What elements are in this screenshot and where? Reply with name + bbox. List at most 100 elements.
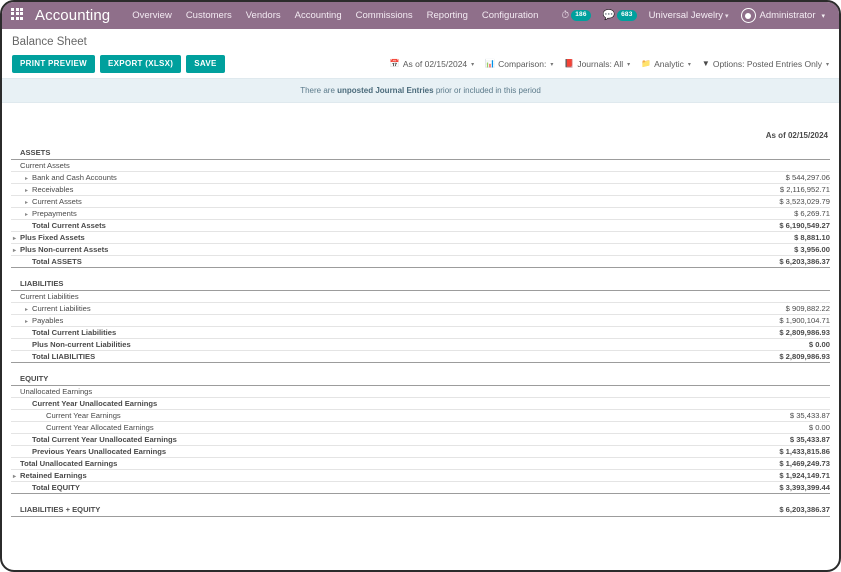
balance-sheet-report: As of 02/15/2024 ▸ASSETS▸Current Assets▸… bbox=[2, 103, 839, 517]
nav-item-configuration[interactable]: Configuration bbox=[482, 8, 539, 23]
caret-placeholder-icon: ▸ bbox=[13, 507, 20, 514]
row-current-year-unallocated-earnings-group-text: Current Year Unallocated Earnings bbox=[32, 398, 158, 408]
export-xlsx-button[interactable]: EXPORT (XLSX) bbox=[100, 55, 182, 73]
row-prepayments-label: ▸ Prepayments bbox=[11, 207, 680, 219]
row-current-assets-group-text: Current Assets bbox=[20, 160, 70, 170]
caret-placeholder-icon: ▸ bbox=[13, 461, 20, 468]
journals-filter[interactable]: 📕 Journals: All ▾ bbox=[564, 59, 630, 69]
row-bank-and-cash-accounts-label: ▸ Bank and Cash Accounts bbox=[11, 171, 680, 183]
row-plus-fixed-assets-label: ▸ Plus Fixed Assets bbox=[11, 231, 680, 243]
row-bank-and-cash-accounts-text: Bank and Cash Accounts bbox=[32, 172, 117, 182]
nav-item-accounting[interactable]: Accounting bbox=[295, 8, 342, 23]
row-payables-label: ▸ Payables bbox=[11, 314, 680, 326]
row-current-year-earnings-amount: $ 35,433.87 bbox=[789, 410, 830, 420]
nav-item-vendors[interactable]: Vendors bbox=[246, 8, 281, 23]
row-equity: ▸EQUITY bbox=[11, 373, 830, 385]
folder-icon: 📁 bbox=[641, 59, 652, 68]
row-liabilities-label: ▸LIABILITIES bbox=[11, 278, 680, 290]
chevron-down-icon: ▾ bbox=[825, 61, 829, 68]
row-payables[interactable]: ▸ Payables $ 1,900,104.71 bbox=[11, 314, 830, 326]
report-as-of-label: As of 02/15/2024 bbox=[765, 131, 828, 140]
expand-caret-icon[interactable]: ▸ bbox=[25, 199, 32, 206]
row-payables-text: Payables bbox=[32, 315, 64, 325]
row-previous-years-unallocated-earnings-text: Previous Years Unallocated Earnings bbox=[32, 446, 167, 456]
row-total-liabilities: ▸Total LIABILITIES $ 2,809,986.93 bbox=[11, 350, 830, 362]
row-current-year-allocated-earnings-text: Current Year Allocated Earnings bbox=[46, 422, 154, 432]
row-total-current-year-unallocated-earnings-label: ▸Total Current Year Unallocated Earnings bbox=[11, 433, 680, 445]
expand-caret-icon[interactable]: ▸ bbox=[25, 306, 32, 313]
chart-bar-icon: 📊 bbox=[485, 59, 496, 68]
row-total-unallocated-earnings-label: ▸Total Unallocated Earnings bbox=[11, 457, 680, 469]
row-total-current-assets-amount: $ 6,190,549.27 bbox=[779, 220, 830, 230]
expand-caret-icon[interactable]: ▸ bbox=[13, 247, 20, 254]
row-current-assets-text: Current Assets bbox=[32, 196, 82, 206]
book-icon: 📕 bbox=[564, 59, 575, 68]
apps-grid-icon[interactable] bbox=[11, 7, 27, 24]
row-liabilities-amount bbox=[680, 278, 830, 290]
chevron-down-icon: ▾ bbox=[687, 61, 691, 68]
nav-item-commissions[interactable]: Commissions bbox=[356, 8, 413, 23]
analytic-filter[interactable]: 📁 Analytic ▾ bbox=[641, 59, 691, 69]
row-current-liabilities-group: ▸Current Liabilities bbox=[11, 290, 830, 302]
unposted-entries-alert: There are unposted Journal Entries prior… bbox=[2, 78, 839, 103]
row-current-liabilities[interactable]: ▸ Current Liabilities $ 909,882.22 bbox=[11, 302, 830, 314]
row-total-unallocated-earnings-text: Total Unallocated Earnings bbox=[20, 458, 118, 468]
row-retained-earnings-label: ▸ Retained Earnings bbox=[11, 469, 680, 481]
row-retained-earnings[interactable]: ▸ Retained Earnings $ 1,924,149.71 bbox=[11, 469, 830, 481]
row-liabilities-plus-equity-text: LIABILITIES + EQUITY bbox=[20, 505, 101, 515]
user-menu[interactable]: Administrator ▾ bbox=[740, 8, 825, 23]
row-unallocated-earnings-group: ▸Unallocated Earnings bbox=[11, 385, 830, 397]
comparison-filter[interactable]: 📊 Comparison: ▾ bbox=[485, 59, 553, 69]
row-plus-non-current-assets-amount: $ 3,956.00 bbox=[794, 244, 830, 254]
caret-placeholder-icon: ▸ bbox=[25, 342, 32, 349]
expand-caret-icon[interactable]: ▸ bbox=[13, 473, 20, 480]
nav-item-customers[interactable]: Customers bbox=[186, 8, 232, 23]
nav-item-overview[interactable]: Overview bbox=[132, 8, 172, 23]
row-plus-non-current-assets[interactable]: ▸ Plus Non-current Assets $ 3,956.00 bbox=[11, 243, 830, 255]
expand-caret-icon[interactable]: ▸ bbox=[13, 235, 20, 242]
row-prepayments[interactable]: ▸ Prepayments $ 6,269.71 bbox=[11, 207, 830, 219]
caret-placeholder-icon: ▸ bbox=[13, 294, 20, 301]
alert-suffix: prior or included in this period bbox=[433, 86, 541, 95]
caret-placeholder-icon: ▸ bbox=[39, 413, 46, 420]
expand-caret-icon[interactable]: ▸ bbox=[25, 175, 32, 182]
row-current-liabilities-group-amount bbox=[680, 290, 830, 302]
row-plus-non-current-liabilities: ▸Plus Non-current Liabilities $ 0.00 bbox=[11, 338, 830, 350]
row-current-liabilities-group-label: ▸Current Liabilities bbox=[11, 290, 680, 302]
row-liabilities-plus-equity: ▸LIABILITIES + EQUITY $ 6,203,386.37 bbox=[11, 504, 830, 516]
expand-caret-icon[interactable]: ▸ bbox=[25, 187, 32, 194]
company-name: Universal Jewelry bbox=[648, 10, 723, 21]
print-preview-button[interactable]: PRINT PREVIEW bbox=[12, 55, 96, 73]
caret-placeholder-icon: ▸ bbox=[25, 330, 32, 337]
app-brand-accounting[interactable]: Accounting bbox=[35, 7, 110, 24]
row-liabilities: ▸LIABILITIES bbox=[11, 278, 830, 290]
options-filter[interactable]: ▼ Options: Posted Entries Only ▾ bbox=[702, 59, 829, 69]
date-filter[interactable]: 📅 As of 02/15/2024 ▾ bbox=[390, 59, 474, 69]
caret-placeholder-icon: ▸ bbox=[13, 389, 20, 396]
row-bank-and-cash-accounts[interactable]: ▸ Bank and Cash Accounts $ 544,297.06 bbox=[11, 171, 830, 183]
row-current-assets[interactable]: ▸ Current Assets $ 3,523,029.79 bbox=[11, 195, 830, 207]
activity-menu[interactable]: ⏱ 186 bbox=[561, 10, 591, 21]
row-current-year-earnings-label: ▸Current Year Earnings bbox=[11, 409, 680, 421]
row-plus-fixed-assets[interactable]: ▸ Plus Fixed Assets $ 8,881.10 bbox=[11, 231, 830, 243]
row-previous-years-unallocated-earnings-label: ▸Previous Years Unallocated Earnings bbox=[11, 445, 680, 457]
row-total-current-year-unallocated-earnings: ▸Total Current Year Unallocated Earnings… bbox=[11, 433, 830, 445]
row-total-assets-label: ▸Total ASSETS bbox=[11, 255, 680, 267]
expand-caret-icon[interactable]: ▸ bbox=[25, 211, 32, 218]
row-receivables[interactable]: ▸ Receivables $ 2,116,952.71 bbox=[11, 183, 830, 195]
row-gap-1 bbox=[11, 267, 830, 278]
row-bank-and-cash-accounts-amount: $ 544,297.06 bbox=[785, 172, 830, 182]
row-assets-text: ASSETS bbox=[20, 148, 51, 158]
chevron-down-icon: ▾ bbox=[550, 61, 554, 68]
row-plus-non-current-assets-label: ▸ Plus Non-current Assets bbox=[11, 243, 680, 255]
balance-sheet-table: ▸ASSETS▸Current Assets▸Bank and Cash Acc… bbox=[11, 147, 830, 517]
main-menu: Overview Customers Vendors Accounting Co… bbox=[132, 8, 538, 23]
row-total-current-liabilities: ▸Total Current Liabilities $ 2,809,986.93 bbox=[11, 326, 830, 338]
save-button[interactable]: SAVE bbox=[186, 55, 225, 73]
row-current-assets-label: ▸ Current Assets bbox=[11, 195, 680, 207]
funnel-icon: ▼ bbox=[701, 59, 710, 68]
messaging-menu[interactable]: 💬 683 bbox=[603, 10, 637, 21]
expand-caret-icon[interactable]: ▸ bbox=[25, 318, 32, 325]
company-switcher[interactable]: Universal Jewelry ▾ bbox=[649, 10, 729, 21]
nav-item-reporting[interactable]: Reporting bbox=[427, 8, 468, 23]
